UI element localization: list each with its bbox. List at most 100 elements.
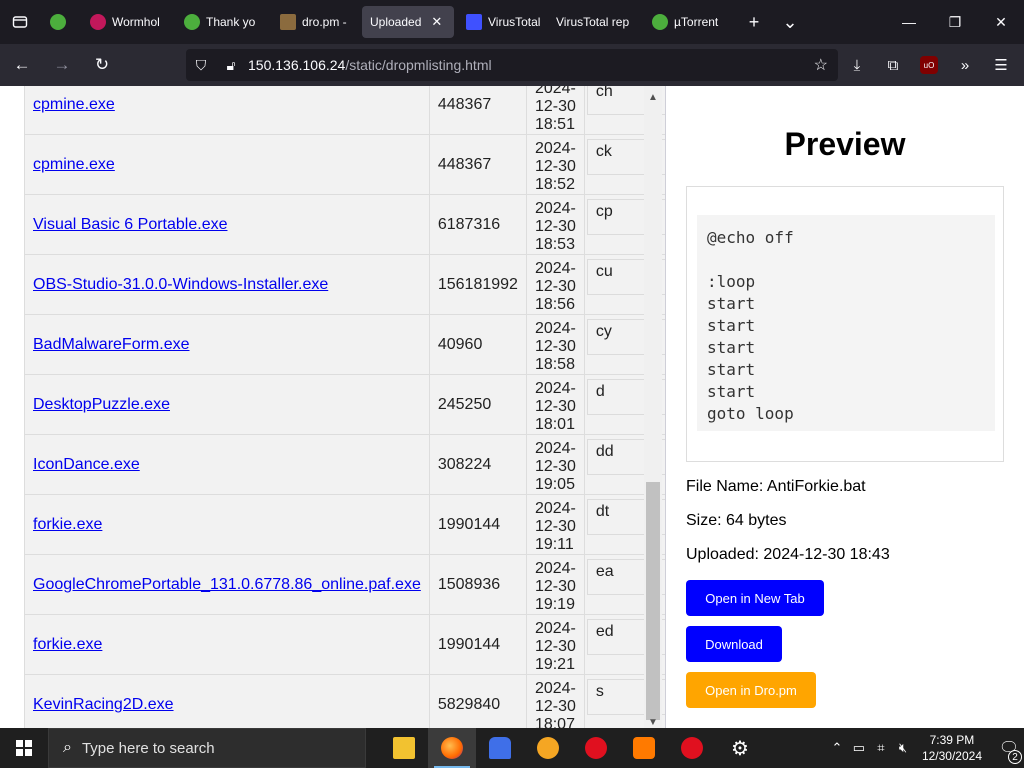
virustotal-icon: [466, 14, 482, 30]
sublime-icon[interactable]: [620, 728, 668, 768]
window-controls: — ❐ ✕: [886, 0, 1024, 44]
system-tray: ⌃ ▭ ⌗ 🔇︎ 7:39 PM 12/30/2024 🗨︎ 2: [826, 728, 1024, 768]
forward-arrow-icon[interactable]: →: [44, 49, 80, 81]
file-listing-pane[interactable]: cpmine.exe 448367 2024-12-30 18:51 ch cpmine.…: [0, 86, 666, 728]
tab-7[interactable]: µTorrent: [644, 6, 734, 38]
file-explorer-icon[interactable]: [380, 728, 428, 768]
tab-2[interactable]: Thank yo: [176, 6, 268, 38]
reload-icon[interactable]: ↻: [84, 49, 120, 81]
chevron-down-icon[interactable]: ⌄: [772, 6, 808, 38]
tab-label: µTorrent: [674, 15, 719, 29]
open-dropm-button[interactable]: Open in Dro.pm: [686, 672, 816, 708]
tab-label: Uploaded: [370, 15, 422, 29]
file-link[interactable]: Visual Basic 6 Portable.exe: [33, 216, 227, 233]
file-size-cell: 448367: [428, 134, 527, 195]
back-arrow-icon[interactable]: ←: [4, 49, 40, 81]
notification-center-icon[interactable]: 🗨︎ 2: [994, 738, 1024, 764]
file-link[interactable]: DesktopPuzzle.exe: [33, 396, 170, 413]
tab-0[interactable]: [42, 6, 78, 38]
brave-icon[interactable]: [524, 728, 572, 768]
settings-gear-icon[interactable]: ⚙: [716, 728, 764, 768]
page-content: cpmine.exe 448367 2024-12-30 18:51 ch cpmine.…: [0, 86, 1024, 728]
utorrent-icon: [50, 14, 66, 30]
close-window-icon[interactable]: ✕: [978, 0, 1024, 44]
table-row: cpmine.exe 448367 2024-12-30 18:51 ch: [24, 86, 665, 135]
file-link[interactable]: forkie.exe: [33, 636, 102, 653]
speaker-muted-icon[interactable]: 🔇︎: [892, 740, 914, 756]
file-size-cell: 40960: [428, 314, 527, 375]
chevron-up-icon[interactable]: ⌃: [826, 740, 848, 756]
file-link[interactable]: cpmine.exe: [33, 96, 115, 113]
firefox-view-icon[interactable]: [0, 0, 40, 44]
app-blue-icon[interactable]: [476, 728, 524, 768]
utorrent-icon: [652, 14, 668, 30]
file-size-cell: 1990144: [428, 614, 527, 675]
tab-3[interactable]: dro.pm -: [272, 6, 358, 38]
time-line: 18:51: [534, 116, 575, 133]
tab-6[interactable]: VirusTotal rep: [548, 6, 640, 38]
close-tab-icon[interactable]: ✕: [431, 14, 442, 30]
overflow-chevrons-icon[interactable]: »: [948, 49, 982, 81]
download-button[interactable]: Download: [686, 626, 782, 662]
shield-icon[interactable]: ⛉: [186, 57, 216, 74]
scroll-up-arrow-icon[interactable]: ▲: [648, 92, 658, 103]
network-icon-2[interactable]: ⌗: [870, 740, 892, 756]
table-row: forkie.exe 1990144 2024-12-30 19:21 ed: [24, 614, 665, 675]
date-line: 2024-12-30: [534, 500, 576, 535]
search-icon: ⌕: [63, 739, 72, 756]
address-bar[interactable]: ⛉ 🔓︎ 150.136.106.24/static/dropmlisting.…: [186, 49, 838, 81]
new-tab-icon[interactable]: +: [736, 6, 772, 38]
file-link[interactable]: cpmine.exe: [33, 156, 115, 173]
menu-hamburger-icon[interactable]: ☰: [984, 49, 1018, 81]
clock[interactable]: 7:39 PM 12/30/2024: [922, 732, 982, 764]
tab-4-active[interactable]: Uploaded ✕: [362, 6, 454, 38]
date-line: 2024-12-30: [534, 86, 576, 115]
scrollbar-thumb[interactable]: [646, 482, 660, 720]
file-link[interactable]: BadMalwareForm.exe: [33, 336, 190, 353]
time-line: 18:56: [534, 296, 575, 313]
file-link[interactable]: KevinRacing2D.exe: [33, 696, 174, 713]
open-new-tab-button[interactable]: Open in New Tab: [686, 580, 824, 616]
file-name-cell: DesktopPuzzle.exe: [24, 374, 430, 435]
tab-label: VirusTotal rep: [556, 15, 630, 29]
bookmark-star-icon[interactable]: ☆: [814, 55, 828, 75]
preview-code: @echo off :loop start start start start …: [697, 215, 995, 431]
tab-1[interactable]: Wormhol: [82, 6, 172, 38]
file-name-cell: OBS-Studio-31.0.0-Windows-Installer.exe: [24, 254, 430, 315]
extensions-icon[interactable]: ⧉: [876, 49, 910, 81]
file-date-cell: 2024-12-30 18:07: [525, 674, 585, 728]
file-date-cell: 2024-12-30 18:51: [525, 86, 585, 135]
scrollbar[interactable]: ▲ ▼: [644, 86, 662, 728]
scroll-down-arrow-icon[interactable]: ▼: [648, 717, 658, 728]
taskbar-search-box[interactable]: ⌕ Type here to search: [48, 728, 366, 768]
file-size-cell: 6187316: [428, 194, 527, 255]
file-link[interactable]: IconDance.exe: [33, 456, 140, 473]
insecure-lock-icon[interactable]: 🔓︎: [216, 57, 246, 74]
tab-5[interactable]: VirusTotal: [458, 6, 544, 38]
tab-label: dro.pm -: [302, 15, 347, 29]
url-text[interactable]: 150.136.106.24/static/dropmlisting.html: [248, 57, 492, 73]
time-line: 18:01: [534, 416, 575, 433]
time-line: 19:05: [534, 476, 575, 493]
ublock-origin-icon[interactable]: uO: [920, 56, 938, 74]
network-icon[interactable]: ▭: [848, 740, 870, 756]
minimize-icon[interactable]: —: [886, 0, 932, 44]
table-row: GoogleChromePortable_131.0.6778.86_onlin…: [24, 554, 665, 615]
date-line: 2024-12-30: [534, 200, 576, 235]
file-name-cell: GoogleChromePortable_131.0.6778.86_onlin…: [24, 554, 430, 615]
opera-gx-icon[interactable]: [668, 728, 716, 768]
file-name-cell: KevinRacing2D.exe: [24, 674, 430, 728]
file-name-cell: BadMalwareForm.exe: [24, 314, 430, 375]
file-link[interactable]: forkie.exe: [33, 516, 102, 533]
file-link[interactable]: OBS-Studio-31.0.0-Windows-Installer.exe: [33, 276, 328, 293]
preview-pane: Preview @echo off :loop start start star…: [666, 86, 1024, 728]
opera-icon[interactable]: [572, 728, 620, 768]
tab-strip: Wormhol Thank yo dro.pm - Uploaded ✕ Vir…: [0, 0, 1024, 44]
file-date-cell: 2024-12-30 18:53: [525, 194, 585, 255]
file-link[interactable]: GoogleChromePortable_131.0.6778.86_onlin…: [33, 576, 421, 593]
firefox-icon[interactable]: [428, 728, 476, 768]
restore-icon[interactable]: ❐: [932, 0, 978, 44]
start-button[interactable]: [0, 728, 48, 768]
time-line: 18:52: [534, 176, 575, 193]
download-icon[interactable]: ⤓: [840, 49, 874, 81]
